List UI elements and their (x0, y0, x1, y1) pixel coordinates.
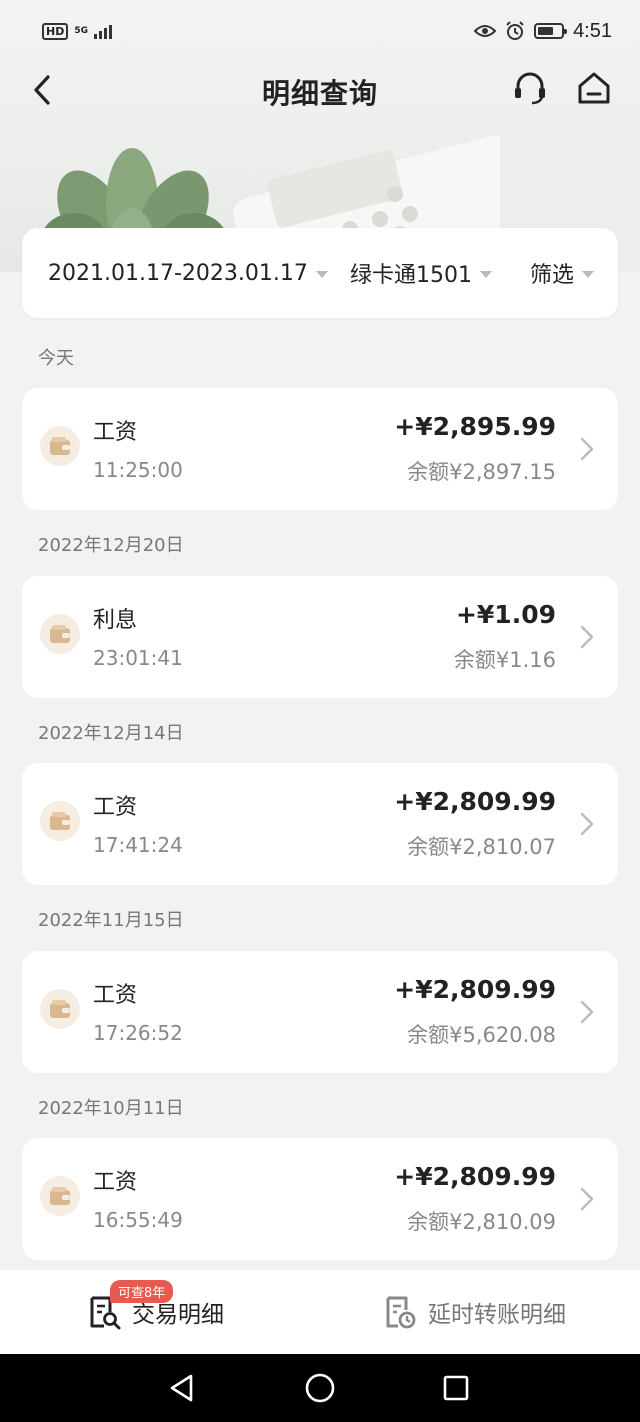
account-filter[interactable]: 绿卡通1501 (350, 228, 492, 318)
hd-badge: HD (42, 22, 69, 40)
wallet-icon (40, 426, 80, 466)
chevron-right-icon (580, 437, 594, 461)
system-back-button[interactable] (162, 1368, 202, 1408)
transaction-title: 工资 (93, 795, 138, 820)
tab-transaction-detail[interactable]: 交易明细 可查8年 (86, 1270, 224, 1354)
transaction-title: 工资 (93, 983, 138, 1008)
transaction-balance: 余额¥1.16 (453, 648, 556, 672)
date-range-label: 2021.01.17-2023.01.17 (48, 260, 308, 286)
transaction-row[interactable]: 利息 23:01:41 +¥1.09 余额¥1.16 (22, 576, 618, 698)
transaction-amount: +¥2,809.99 (394, 975, 556, 1004)
transaction-balance: 余额¥5,620.08 (407, 1023, 556, 1047)
date-group-label: 2022年12月20日 (38, 535, 184, 556)
clock: 4:51 (573, 19, 612, 42)
account-label: 绿卡通1501 (350, 263, 472, 288)
chevron-right-icon (580, 1187, 594, 1211)
transaction-row[interactable]: 工资 16:55:49 +¥2,809.99 余额¥2,810.09 (22, 1138, 618, 1260)
triangle-back-icon (170, 1374, 193, 1402)
transaction-amount: +¥2,809.99 (394, 1162, 556, 1191)
tab-delayed-transfer-detail[interactable]: 延时转账明细 (382, 1270, 566, 1354)
square-recents-icon (443, 1375, 469, 1401)
transaction-time: 23:01:41 (93, 646, 183, 670)
filter-bar: 2021.01.17-2023.01.17 绿卡通1501 筛选 (22, 228, 618, 318)
circle-home-icon (305, 1373, 335, 1403)
transaction-amount: +¥1.09 (455, 600, 556, 629)
battery-icon (534, 23, 568, 39)
transaction-title: 工资 (93, 1170, 138, 1195)
transaction-time: 16:55:49 (93, 1208, 183, 1232)
headset-icon (515, 72, 545, 105)
transaction-amount: +¥2,809.99 (394, 787, 556, 816)
transaction-balance: 余额¥2,810.07 (407, 835, 556, 859)
wallet-icon (40, 989, 80, 1029)
date-group-label: 2022年11月15日 (38, 910, 184, 931)
chevron-right-icon (580, 1000, 594, 1024)
date-range-filter[interactable]: 2021.01.17-2023.01.17 (48, 228, 328, 318)
eye-icon (474, 25, 497, 37)
signal-icon (94, 23, 112, 39)
transaction-time: 11:25:00 (93, 458, 183, 482)
tab-delayed-transfer-label: 延时转账明细 (428, 1302, 566, 1328)
date-group-label: 2022年10月11日 (38, 1098, 184, 1119)
transaction-balance: 余额¥2,810.09 (407, 1210, 556, 1234)
transaction-time: 17:41:24 (93, 833, 183, 857)
transaction-balance: 余额¥2,897.15 (407, 460, 556, 484)
transaction-row[interactable]: 工资 17:41:24 +¥2,809.99 余额¥2,810.07 (22, 763, 618, 885)
nav-bar: 明细查询 (0, 62, 640, 118)
transaction-row[interactable]: 工资 11:25:00 +¥2,895.99 余额¥2,897.15 (22, 388, 618, 510)
chevron-right-icon (580, 812, 594, 836)
chevron-right-icon (580, 625, 594, 649)
home-icon (578, 72, 610, 104)
status-bar: HD 5G 4:51 (0, 0, 640, 62)
date-group-label: 今天 (38, 348, 74, 369)
home-button[interactable] (572, 66, 616, 110)
system-nav-bar (0, 1354, 640, 1422)
wallet-icon (40, 614, 80, 654)
customer-service-button[interactable] (508, 66, 552, 110)
caret-down-icon (480, 271, 492, 278)
wallet-icon (40, 801, 80, 841)
caret-down-icon (582, 271, 595, 278)
network-type-label: 5G (74, 25, 88, 36)
caret-down-icon (315, 271, 328, 278)
date-group-label: 2022年12月14日 (38, 723, 184, 744)
wallet-icon (40, 1176, 80, 1216)
transaction-amount: +¥2,895.99 (394, 412, 556, 441)
bottom-tab-bar: 交易明细 可查8年 延时转账明细 (0, 1270, 640, 1354)
system-home-button[interactable] (300, 1368, 340, 1408)
years-badge: 可查8年 (110, 1280, 174, 1303)
system-recents-button[interactable] (436, 1368, 476, 1408)
filter-label: 筛选 (530, 263, 575, 288)
filter-button[interactable]: 筛选 (530, 228, 595, 318)
transaction-row[interactable]: 工资 17:26:52 +¥2,809.99 余额¥5,620.08 (22, 951, 618, 1073)
document-clock-icon (386, 1296, 416, 1329)
transaction-title: 利息 (93, 608, 138, 633)
transaction-title: 工资 (93, 420, 138, 445)
alarm-icon (506, 21, 524, 40)
transaction-time: 17:26:52 (93, 1021, 183, 1045)
